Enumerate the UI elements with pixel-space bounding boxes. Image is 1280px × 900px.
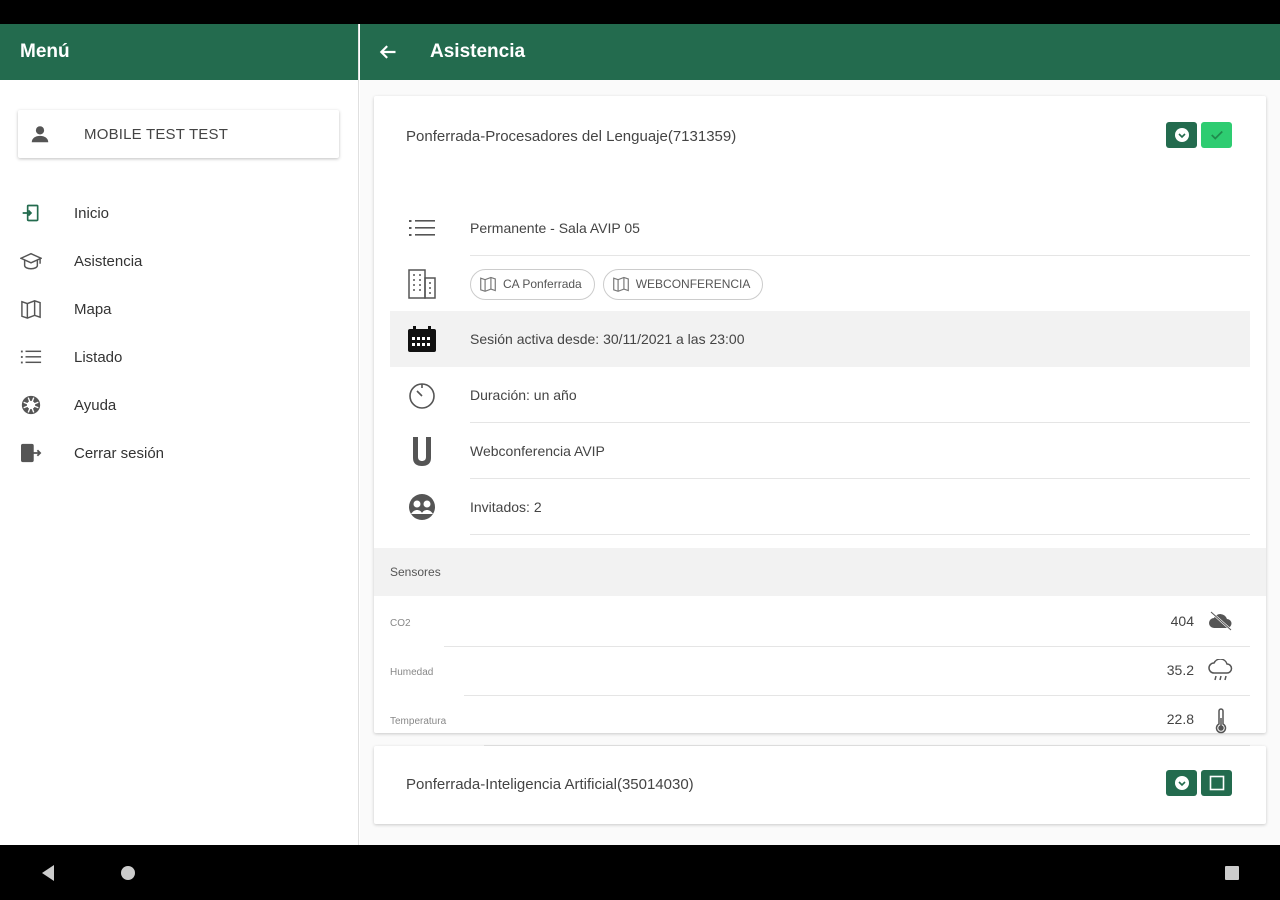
duration-row: Duración: un año bbox=[390, 367, 1250, 423]
sidebar-item-label: Mapa bbox=[74, 300, 112, 318]
sidebar-item-mapa[interactable]: Mapa bbox=[0, 285, 359, 333]
lifebuoy-icon bbox=[0, 394, 62, 416]
back-arrow-icon[interactable] bbox=[360, 24, 416, 80]
expand-button[interactable] bbox=[1166, 122, 1197, 148]
app-bar: Asistencia bbox=[360, 24, 1280, 80]
platform: Webconferencia AVIP bbox=[470, 443, 605, 459]
nav-recents-icon[interactable] bbox=[1212, 845, 1252, 900]
map-icon bbox=[612, 276, 629, 292]
map-icon bbox=[480, 276, 496, 292]
session-type: Permanente - Sala AVIP 05 bbox=[470, 220, 640, 236]
sensor-row: CO2 404 bbox=[374, 598, 1266, 647]
sensor-value: 22.8 bbox=[1166, 711, 1194, 727]
user-name: MOBILE TEST TEST bbox=[84, 125, 229, 143]
session-type-row: Permanente - Sala AVIP 05 bbox=[390, 200, 1250, 256]
system-nav-bar bbox=[0, 845, 1280, 900]
guests: Invitados: 2 bbox=[470, 499, 542, 515]
check-icon bbox=[1210, 130, 1223, 140]
list-icon bbox=[0, 348, 62, 366]
timer-icon bbox=[390, 380, 454, 410]
calendar-icon bbox=[390, 325, 454, 353]
active-since: Sesión activa desde: 30/11/2021 a las 23… bbox=[470, 331, 745, 347]
duration: Duración: un año bbox=[470, 387, 577, 403]
expand-button[interactable] bbox=[1166, 770, 1197, 796]
sensor-row: Temperatura 22.8 bbox=[374, 696, 1266, 746]
attend-check-button[interactable] bbox=[1201, 122, 1232, 148]
sensor-value: 35.2 bbox=[1166, 662, 1194, 678]
sidebar-item-label: Cerrar sesión bbox=[74, 444, 165, 462]
sidebar-item-ayuda[interactable]: Ayuda bbox=[0, 381, 359, 429]
sidebar-title: Menú bbox=[20, 41, 70, 62]
user-card[interactable]: MOBILE TEST TEST bbox=[18, 110, 339, 158]
sidebar-item-cerrar-sesion[interactable]: Cerrar sesión bbox=[0, 429, 359, 477]
sensors-header: Sensores bbox=[374, 548, 1266, 596]
list-icon bbox=[390, 218, 454, 238]
map-icon bbox=[0, 299, 62, 319]
sensor-label: Temperatura bbox=[390, 716, 447, 727]
sidebar-item-label: Inicio bbox=[74, 204, 110, 222]
building-icon bbox=[390, 268, 454, 300]
attend-checkbox-button[interactable] bbox=[1201, 770, 1232, 796]
session-card: Ponferrada-Procesadores del Lenguaje(713… bbox=[374, 96, 1266, 746]
sensor-row: Humedad 35.2 bbox=[374, 647, 1266, 696]
guests-icon bbox=[390, 492, 454, 522]
logout-icon bbox=[0, 443, 62, 463]
sensor-label: Humedad bbox=[390, 667, 434, 678]
locations-row: CA Ponferrada WEBCONFERENCIA bbox=[390, 256, 1250, 312]
chip-label: CA Ponferrada bbox=[503, 277, 582, 291]
avip-logo-icon bbox=[390, 435, 454, 467]
sidebar-item-label: Asistencia bbox=[74, 252, 143, 270]
page-title: Asistencia bbox=[430, 41, 526, 62]
chevron-down-icon bbox=[1174, 128, 1189, 142]
card-actions bbox=[1166, 122, 1232, 148]
sidebar: Menú MOBILE TEST TEST Inicio Asistencia bbox=[0, 24, 359, 845]
chevron-down-icon bbox=[1174, 776, 1189, 790]
chip-location[interactable]: CA Ponferrada bbox=[470, 268, 595, 300]
guests-row: Invitados: 2 bbox=[390, 479, 1250, 535]
cloud-off-icon bbox=[1208, 610, 1234, 637]
chip-label: WEBCONFERENCIA bbox=[635, 277, 751, 291]
sidebar-item-listado[interactable]: Listado bbox=[0, 333, 359, 381]
sidebar-item-label: Listado bbox=[74, 348, 123, 366]
weather-rain-icon bbox=[1208, 658, 1234, 688]
sidebar-item-inicio[interactable]: Inicio bbox=[0, 189, 359, 237]
sidebar-item-label: Ayuda bbox=[74, 396, 117, 414]
person-icon bbox=[18, 123, 62, 145]
divider bbox=[470, 534, 1250, 535]
session-title: Ponferrada-Inteligencia Artificial(35014… bbox=[406, 776, 694, 793]
app: Menú MOBILE TEST TEST Inicio Asistencia bbox=[0, 24, 1280, 845]
sensor-label: CO2 bbox=[390, 618, 411, 629]
login-icon bbox=[0, 203, 62, 223]
card-actions bbox=[1166, 770, 1232, 796]
chip-location[interactable]: WEBCONFERENCIA bbox=[602, 268, 764, 300]
nav-home-icon[interactable] bbox=[108, 845, 148, 900]
thermometer-icon bbox=[1208, 708, 1234, 739]
sidebar-header: Menú bbox=[0, 24, 358, 80]
sensor-value: 404 bbox=[1170, 613, 1194, 629]
status-bar bbox=[0, 0, 1280, 24]
sidebar-item-asistencia[interactable]: Asistencia bbox=[0, 237, 359, 285]
session-card: Ponferrada-Inteligencia Artificial(35014… bbox=[374, 746, 1266, 824]
active-since-row: Sesión activa desde: 30/11/2021 a las 23… bbox=[390, 311, 1250, 367]
session-title: Ponferrada-Procesadores del Lenguaje(713… bbox=[406, 128, 737, 145]
sidebar-menu: Inicio Asistencia Mapa Listado Ayuda Cer… bbox=[0, 189, 359, 477]
checkbox-empty-icon bbox=[1209, 775, 1224, 791]
platform-row: Webconferencia AVIP bbox=[390, 423, 1250, 479]
nav-back-icon[interactable] bbox=[28, 845, 68, 900]
location-chips: CA Ponferrada WEBCONFERENCIA bbox=[470, 268, 771, 300]
school-icon bbox=[0, 251, 62, 271]
main-content: Asistencia Ponferrada-Procesadores del L… bbox=[360, 24, 1280, 845]
